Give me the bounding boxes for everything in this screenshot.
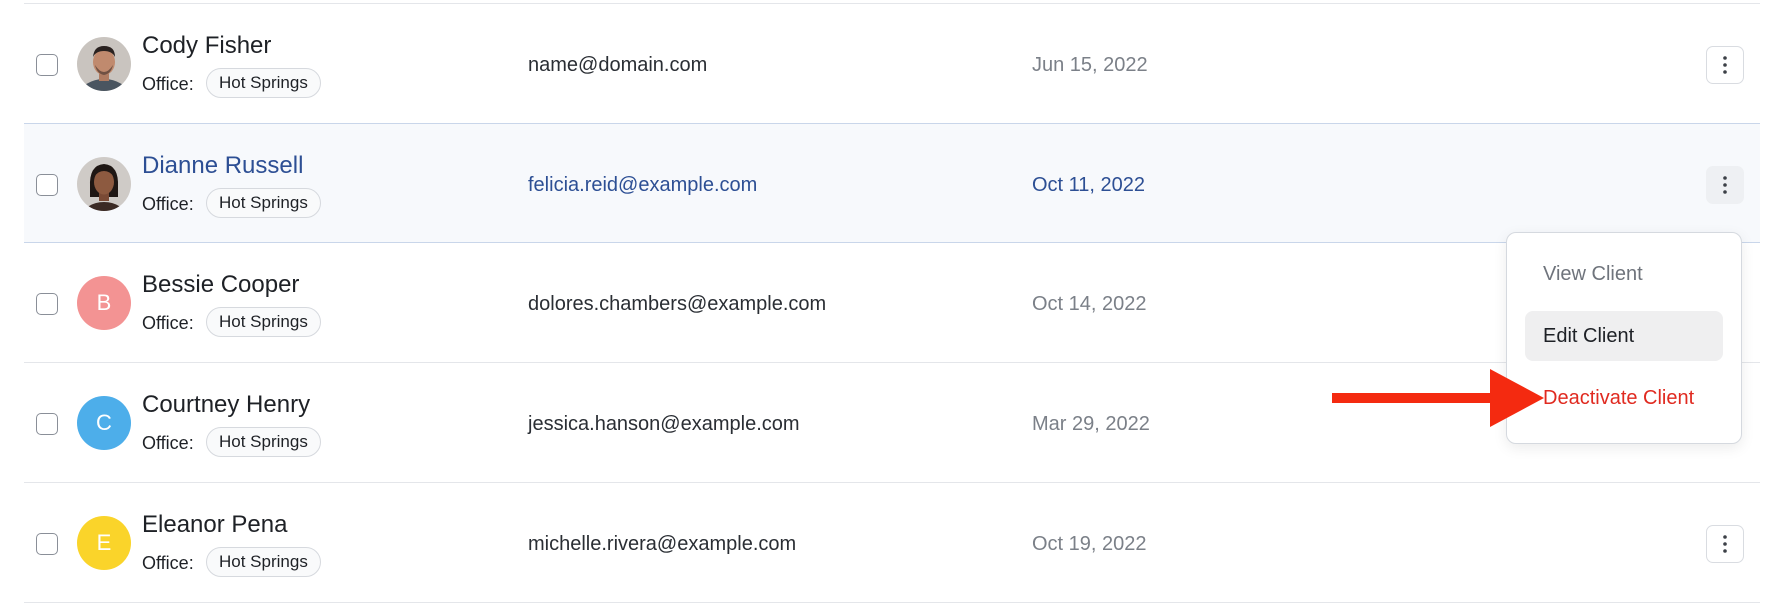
avatar: E: [77, 516, 131, 570]
client-name[interactable]: Dianne Russell: [142, 152, 303, 180]
office-label: Office:: [142, 433, 194, 453]
client-email: name@domain.com: [528, 54, 708, 76]
row-checkbox[interactable]: [36, 174, 58, 196]
man-portrait-icon: [77, 37, 131, 91]
avatar: C: [77, 396, 131, 450]
client-email: jessica.hanson@example.com: [528, 413, 800, 435]
avatar: [77, 157, 131, 211]
row-checkbox[interactable]: [36, 533, 58, 555]
client-date: Oct 11, 2022: [1032, 174, 1146, 196]
client-date: Oct 19, 2022: [1032, 533, 1147, 555]
kebab-menu-icon: [1723, 56, 1727, 74]
client-date: Oct 14, 2022: [1032, 293, 1147, 315]
office-badge: Hot Springs: [206, 307, 321, 337]
table-row[interactable]: E Eleanor Pena Office: Hot Springs miche…: [24, 483, 1760, 603]
row-checkbox[interactable]: [36, 54, 58, 76]
row-checkbox[interactable]: [36, 413, 58, 435]
table-row[interactable]: Dianne Russell Office: Hot Springs felic…: [24, 123, 1760, 243]
client-email: felicia.reid@example.com: [528, 174, 758, 196]
woman-portrait-icon: [77, 157, 131, 211]
kebab-menu-icon: [1723, 535, 1727, 553]
office-label: Office:: [142, 194, 194, 214]
office-badge: Hot Springs: [206, 427, 321, 457]
red-arrow-icon: [1332, 369, 1544, 427]
office-badge: Hot Springs: [206, 68, 321, 98]
deactivate-client-menu-item[interactable]: Deactivate Client: [1525, 373, 1723, 423]
avatar-initial: C: [96, 410, 112, 435]
client-name[interactable]: Eleanor Pena: [142, 511, 287, 539]
client-email: dolores.chambers@example.com: [528, 293, 827, 315]
view-client-menu-item[interactable]: View Client: [1525, 249, 1723, 299]
kebab-menu-icon: [1723, 176, 1727, 194]
avatar-initial: B: [96, 290, 112, 315]
office-badge: Hot Springs: [206, 188, 321, 218]
office-label: Office:: [142, 74, 194, 94]
table-row[interactable]: Cody Fisher Office: Hot Springs name@dom…: [24, 4, 1760, 124]
avatar-initial: E: [96, 530, 112, 555]
client-email: michelle.rivera@example.com: [528, 533, 797, 555]
office-label: Office:: [142, 313, 194, 333]
table-row[interactable]: B Bessie Cooper Office: Hot Springs dolo…: [24, 243, 1760, 363]
edit-client-menu-item[interactable]: Edit Client: [1525, 311, 1723, 361]
avatar: B: [77, 276, 131, 330]
office-badge: Hot Springs: [206, 547, 321, 577]
row-checkbox[interactable]: [36, 293, 58, 315]
office-label: Office:: [142, 553, 194, 573]
client-name[interactable]: Courtney Henry: [142, 391, 310, 419]
client-date: Jun 15, 2022: [1032, 54, 1148, 76]
client-name[interactable]: Cody Fisher: [142, 32, 271, 60]
client-date: Mar 29, 2022: [1032, 413, 1150, 435]
row-actions-button[interactable]: [1706, 525, 1744, 563]
avatar: [77, 37, 131, 91]
row-actions-button[interactable]: [1706, 46, 1744, 84]
row-actions-button[interactable]: [1706, 166, 1744, 204]
client-name[interactable]: Bessie Cooper: [142, 271, 299, 299]
client-list: Cody Fisher Office: Hot Springs name@dom…: [24, 3, 1760, 603]
